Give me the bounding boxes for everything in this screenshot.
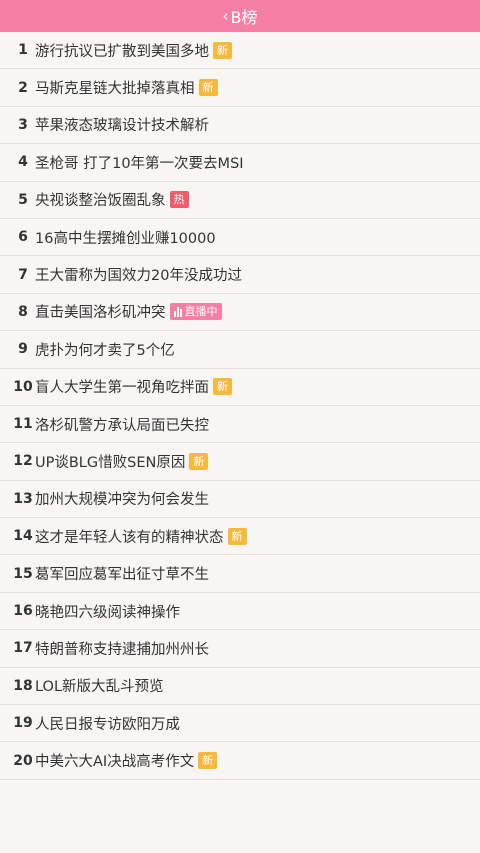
list-item[interactable]: 3 苹果液态玻璃设计技术解析 xyxy=(0,107,480,145)
top-bar: ‹ B榜 xyxy=(0,0,480,32)
item-title: 圣枪哥 打了10年第一次要去MSI xyxy=(35,155,244,172)
rank-number: 2 xyxy=(18,79,28,96)
list-item[interactable]: 15 葛军回应葛军出征寸草不生 xyxy=(0,555,480,593)
rank-number: 19 xyxy=(13,715,33,732)
rank-number: 10 xyxy=(13,378,33,395)
item-title: 游行抗议已扩散到美国多地 xyxy=(35,43,209,60)
list-item[interactable]: 13 加州大规模冲突为何会发生 xyxy=(0,481,480,519)
new-badge: 新 xyxy=(213,378,232,396)
rank-number: 9 xyxy=(18,341,28,358)
live-badge-label: 直播中 xyxy=(184,305,218,319)
new-badge: 新 xyxy=(189,452,209,470)
list-item[interactable]: 8 直击美国洛杉矶冲突 直播中 xyxy=(0,294,480,332)
list-item[interactable]: 11 洛杉矶警方承认局面已失控 xyxy=(0,406,480,444)
item-title: 洛杉矶警方承认局面已失控 xyxy=(35,417,209,434)
list-item[interactable]: 12 UP谈BLG惜败SEN原因新 xyxy=(0,443,480,481)
chevron-left-icon[interactable]: ‹ xyxy=(223,8,229,24)
rank-number: 3 xyxy=(18,116,28,133)
item-title: 王大雷称为国效力20年没成功过 xyxy=(35,268,242,285)
item-title: 晓艳四六级阅读神操作 xyxy=(35,604,180,621)
item-title: 这才是年轻人该有的精神状态 xyxy=(35,529,224,546)
item-title: 虎扑为何才卖了5个亿 xyxy=(35,342,175,359)
rank-number: 12 xyxy=(13,453,33,470)
list-item[interactable]: 7 王大雷称为国效力20年没成功过 xyxy=(0,256,480,294)
item-title: 特朗普称支持逮捕加州州长 xyxy=(35,641,209,658)
rank-number: 8 xyxy=(18,303,28,320)
item-title: 加州大规模冲突为何会发生 xyxy=(35,492,209,509)
item-title: 盲人大学生第一视角吃拌面 xyxy=(35,380,209,397)
item-title: 16高中生摆摊创业赚10000 xyxy=(35,230,216,247)
list-item[interactable]: 9 虎扑为何才卖了5个亿 xyxy=(0,331,480,369)
item-title: 央视谈整治饭圈乱象 xyxy=(35,193,166,210)
ranking-list: 1 游行抗议已扩散到美国多地新 2 马斯克星链大批掉落真相新 3 苹果液态玻璃设计技术解析… xyxy=(0,32,480,780)
live-icon xyxy=(173,306,182,317)
item-title: 苹果液态玻璃设计技术解析 xyxy=(35,118,209,135)
new-badge: 新 xyxy=(198,79,218,97)
item-title: 马斯克星链大批掉落真相 xyxy=(35,81,195,98)
rank-number: 16 xyxy=(13,603,33,620)
live-badge: 直播中 xyxy=(169,303,222,321)
new-badge: 新 xyxy=(213,41,232,59)
rank-number: 15 xyxy=(13,565,33,582)
list-item[interactable]: 6 16高中生摆摊创业赚10000 xyxy=(0,219,480,257)
new-badge: 新 xyxy=(198,752,218,770)
list-item[interactable]: 14 这才是年轻人该有的精神状态新 xyxy=(0,518,480,556)
list-item[interactable]: 16 晓艳四六级阅读神操作 xyxy=(0,593,480,631)
list-item[interactable]: 10 盲人大学生第一视角吃拌面新 xyxy=(0,369,480,406)
hot-badge: 热 xyxy=(169,191,189,209)
list-item[interactable]: 2 马斯克星链大批掉落真相新 xyxy=(0,69,480,107)
list-item[interactable]: 18 LOL新版大乱斗预览 xyxy=(0,668,480,706)
rank-number: 20 xyxy=(13,752,33,769)
rank-number: 1 xyxy=(18,42,28,59)
list-item[interactable]: 17 特朗普称支持逮捕加州州长 xyxy=(0,630,480,668)
list-item[interactable]: 1 游行抗议已扩散到美国多地新 xyxy=(0,32,480,70)
item-title: 直击美国洛杉矶冲突 xyxy=(35,305,166,322)
item-title: UP谈BLG惜败SEN原因 xyxy=(35,454,186,471)
rank-number: 4 xyxy=(18,154,28,171)
item-title: 人民日报专访欧阳万成 xyxy=(35,716,180,733)
page-title: B榜 xyxy=(230,8,258,27)
rank-number: 5 xyxy=(18,191,28,208)
rank-number: 7 xyxy=(18,266,28,283)
list-item[interactable]: 19 人民日报专访欧阳万成 xyxy=(0,705,480,743)
rank-number: 13 xyxy=(13,490,33,507)
new-badge: 新 xyxy=(227,527,247,545)
list-item[interactable]: 4 圣枪哥 打了10年第一次要去MSI xyxy=(0,144,480,182)
item-title: 中美六大AI决战高考作文 xyxy=(35,754,195,771)
rank-number: 18 xyxy=(13,677,33,694)
list-item[interactable]: 20 中美六大AI决战高考作文新 xyxy=(0,742,480,780)
list-item[interactable]: 5 央视谈整治饭圈乱象热 xyxy=(0,182,480,219)
item-title: LOL新版大乱斗预览 xyxy=(35,679,164,696)
rank-number: 6 xyxy=(18,229,28,246)
rank-number: 14 xyxy=(13,528,33,545)
rank-number: 17 xyxy=(13,640,33,657)
rank-number: 11 xyxy=(13,416,33,433)
item-title: 葛军回应葛军出征寸草不生 xyxy=(35,567,209,584)
